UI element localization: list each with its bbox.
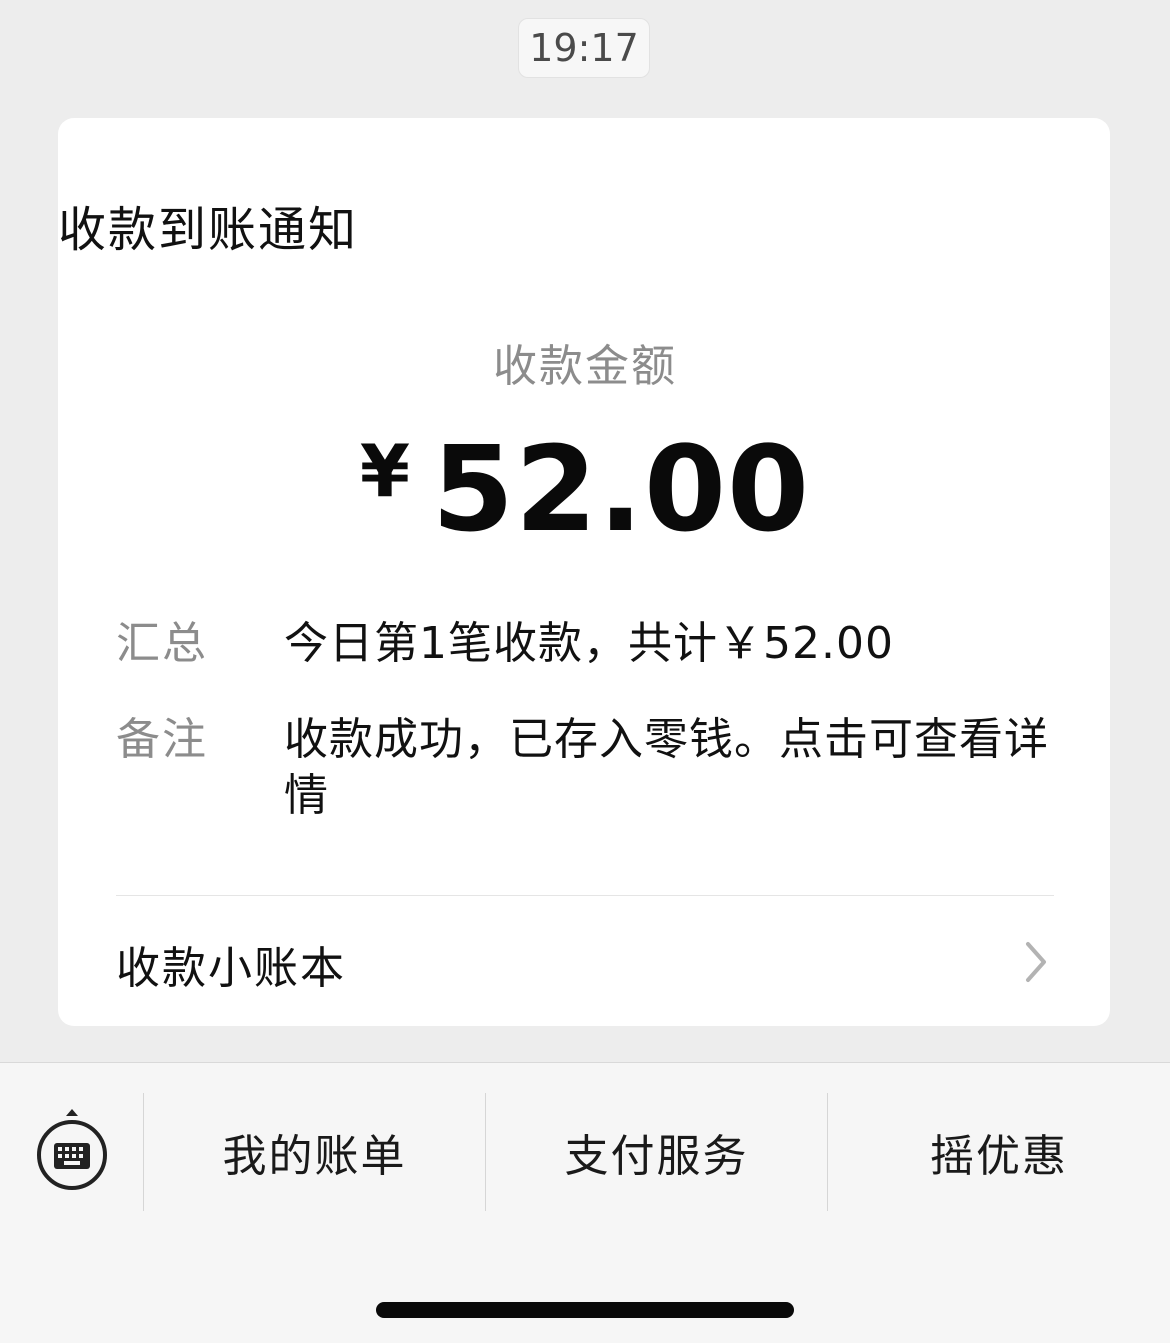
currency-symbol: ¥ [359,429,410,513]
keyboard-icon [37,1109,107,1190]
service-menu-bar: 我的账单 支付服务 摇优惠 [0,1062,1170,1343]
chevron-right-icon [1022,940,1050,988]
amount-display: ¥52.00 [0,420,1170,558]
summary-label: 汇总 [116,618,208,669]
ledger-link-label: 收款小账本 [116,943,346,994]
menu-item-payment-services[interactable]: 支付服务 [486,1093,827,1211]
card-title: 收款到账通知 [58,202,359,258]
ledger-link[interactable]: 收款小账本 [58,896,1110,1026]
menu-item-shake-offers[interactable]: 摇优惠 [828,1093,1170,1211]
menu-item-my-bills[interactable]: 我的账单 [144,1093,485,1211]
remark-value: 收款成功，已存入零钱。点击可查看详情 [284,714,1049,821]
summary-value: 今日第1笔收款，共计￥52.00 [284,618,894,669]
remark-label: 备注 [116,714,208,765]
amount-label: 收款金额 [493,341,677,392]
remark-row: 备注 收款成功，已存入零钱。点击可查看详情 [116,712,1056,824]
home-indicator[interactable] [376,1302,794,1318]
keyboard-toggle-button[interactable] [30,1107,114,1203]
message-timestamp: 19:17 [518,18,650,78]
amount-value: 52.00 [431,420,811,558]
summary-row: 汇总 今日第1笔收款，共计￥52.00 [116,616,1056,672]
